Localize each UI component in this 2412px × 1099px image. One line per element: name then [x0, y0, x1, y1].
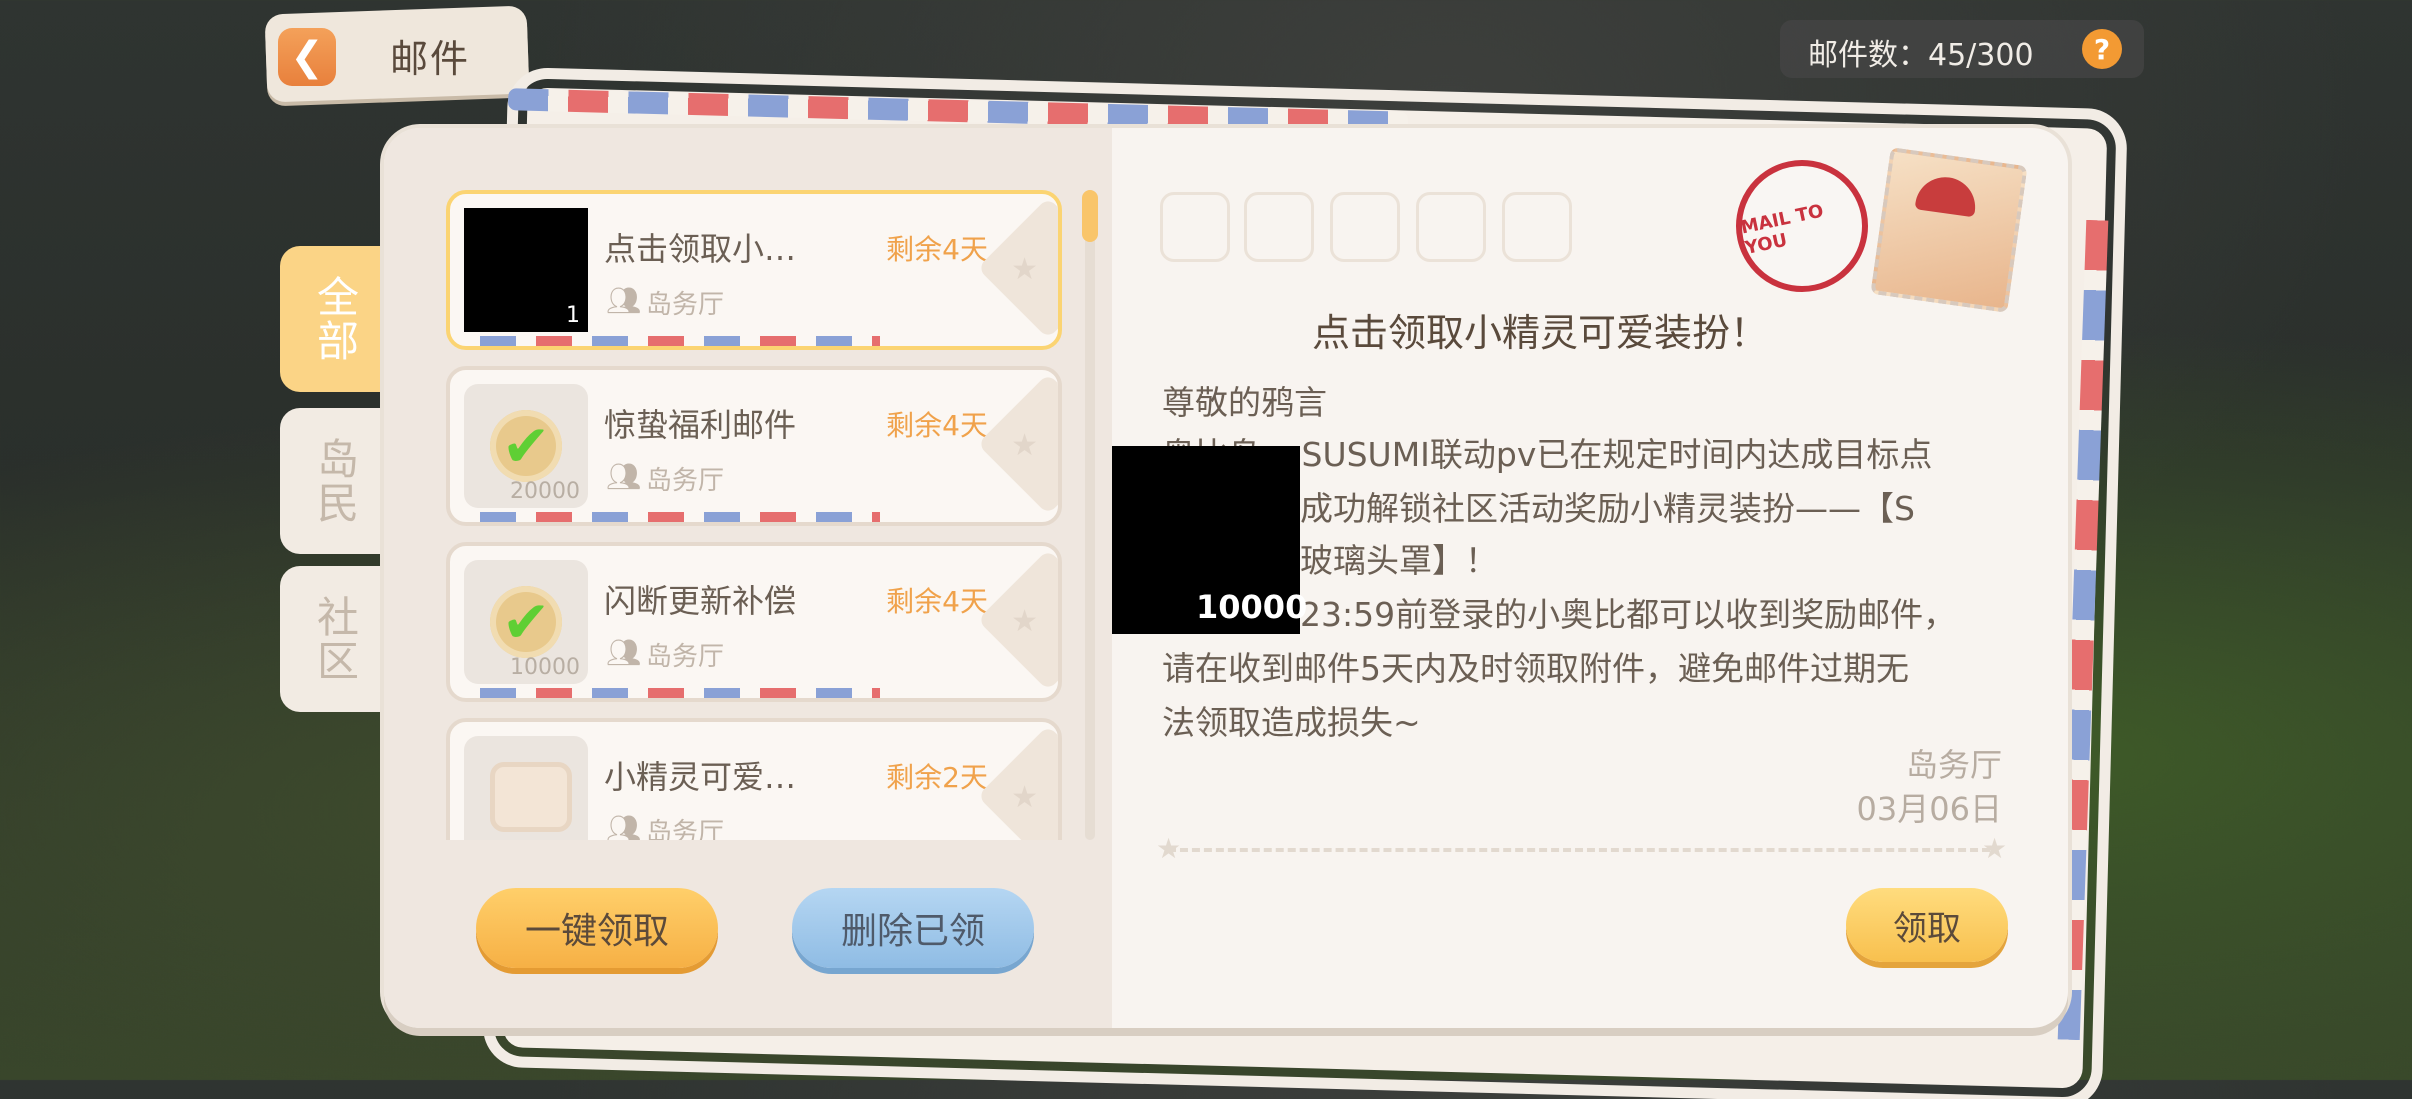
- star-icon: ★: [1156, 832, 1182, 865]
- people-icon: 👥︎: [606, 284, 642, 317]
- star-icon: ★: [1011, 252, 1038, 287]
- mail-body-line: 23:59前登录的小奥比都可以收到奖励邮件，: [1300, 595, 1957, 634]
- back-arrow-icon: ❮: [290, 34, 324, 80]
- mail-remaining: 剩余4天: [886, 409, 988, 442]
- mail-title: 小精灵可爱…: [604, 758, 797, 796]
- envelope-stripe: [480, 336, 880, 346]
- page-title: 邮件: [390, 37, 471, 81]
- mail-headline: 点击领取小精灵可爱装扮！: [1312, 311, 1769, 355]
- gift-box-icon: [490, 762, 572, 832]
- mail-body-line: 请在收到邮件5天内及时领取附件，避免邮件过期无: [1162, 649, 1909, 688]
- item-count: 10000: [510, 655, 580, 680]
- mail-title: 点击领取小…: [604, 230, 797, 268]
- check-icon: ✔: [490, 410, 562, 482]
- attachment-slot[interactable]: [1160, 192, 1230, 262]
- back-button[interactable]: ❮: [278, 28, 336, 86]
- mail-sender: 岛务厅: [646, 642, 725, 672]
- people-icon: 👥︎: [606, 636, 642, 669]
- mail-body-line: 成功解锁社区活动奖励小精灵装扮——【S: [1300, 489, 1915, 528]
- help-icon[interactable]: ?: [2082, 29, 2122, 69]
- mail-list[interactable]: 1 点击领取小… 剩余4天 👥︎ 岛务厅 ★ ✔ 20000 惊蛰福利邮件 剩余…: [446, 190, 1066, 840]
- mail-remaining: 剩余2天: [886, 761, 988, 794]
- mail-item[interactable]: 1 点击领取小… 剩余4天 👥︎ 岛务厅 ★: [446, 190, 1062, 350]
- people-icon: 👥︎: [606, 460, 642, 493]
- tab-islanders[interactable]: 岛民: [280, 408, 390, 554]
- mail-signature: 岛务厅: [1905, 746, 2002, 784]
- attachment-slot[interactable]: [1330, 192, 1400, 262]
- star-icon: ★: [1011, 428, 1038, 463]
- star-icon: ★: [1011, 604, 1038, 639]
- star-icon: ★: [1011, 780, 1038, 815]
- delete-claimed-button[interactable]: 删除已领: [792, 888, 1034, 968]
- item-count: 20000: [510, 479, 580, 504]
- attachment-slot[interactable]: [1416, 192, 1486, 262]
- envelope-stripe: [480, 512, 880, 522]
- mail-thumbnail: 1: [464, 208, 588, 332]
- claim-all-button[interactable]: 一键领取: [476, 888, 718, 968]
- attachment-slot[interactable]: [1244, 192, 1314, 262]
- claim-button[interactable]: 领取: [1846, 888, 2008, 962]
- list-scrollbar[interactable]: [1085, 190, 1095, 840]
- mail-thumbnail: ✔ 20000: [464, 384, 588, 508]
- mail-sender: 岛务厅: [646, 290, 725, 320]
- mail-sender: 岛务厅: [646, 818, 725, 840]
- mail-body-line: 法领取造成损失~: [1162, 703, 1421, 742]
- mail-count-label: 邮件数：45/300: [1808, 38, 2034, 73]
- divider: [1168, 848, 1990, 852]
- envelope-stripe: [480, 688, 880, 698]
- mail-thumbnail: ✔ 10000: [464, 560, 588, 684]
- tab-all[interactable]: 全部: [280, 246, 390, 392]
- item-count: 1: [566, 303, 580, 328]
- mail-item[interactable]: 小精灵可爱… 剩余2天 👥︎ 岛务厅 ★: [446, 718, 1062, 840]
- star-icon: ★: [1982, 832, 2008, 865]
- postage-stamp-image: [1870, 147, 2028, 313]
- mail-title: 惊蛰福利邮件: [604, 406, 797, 444]
- scrollbar-thumb[interactable]: [1082, 190, 1098, 242]
- mail-body-line: 玻璃头罩】！: [1300, 541, 1498, 580]
- mail-date: 03月06日: [1856, 790, 2002, 828]
- check-icon: ✔: [490, 586, 562, 658]
- attachment-count: 10000: [1196, 588, 1308, 626]
- mail-thumbnail: [464, 736, 588, 840]
- attachment-slot[interactable]: [1502, 192, 1572, 262]
- tab-community[interactable]: 社区: [280, 566, 390, 712]
- mail-item[interactable]: ✔ 10000 闪断更新补偿 剩余4天 👥︎ 岛务厅 ★: [446, 542, 1062, 702]
- mail-sender: 岛务厅: [646, 466, 725, 496]
- mail-item[interactable]: ✔ 20000 惊蛰福利邮件 剩余4天 👥︎ 岛务厅 ★: [446, 366, 1062, 526]
- mail-remaining: 剩余4天: [886, 585, 988, 618]
- mail-remaining: 剩余4天: [886, 233, 988, 266]
- mail-greeting: 尊敬的鸦言: [1162, 383, 1327, 422]
- mail-title: 闪断更新补偿: [604, 582, 797, 620]
- people-icon: 👥︎: [606, 812, 642, 840]
